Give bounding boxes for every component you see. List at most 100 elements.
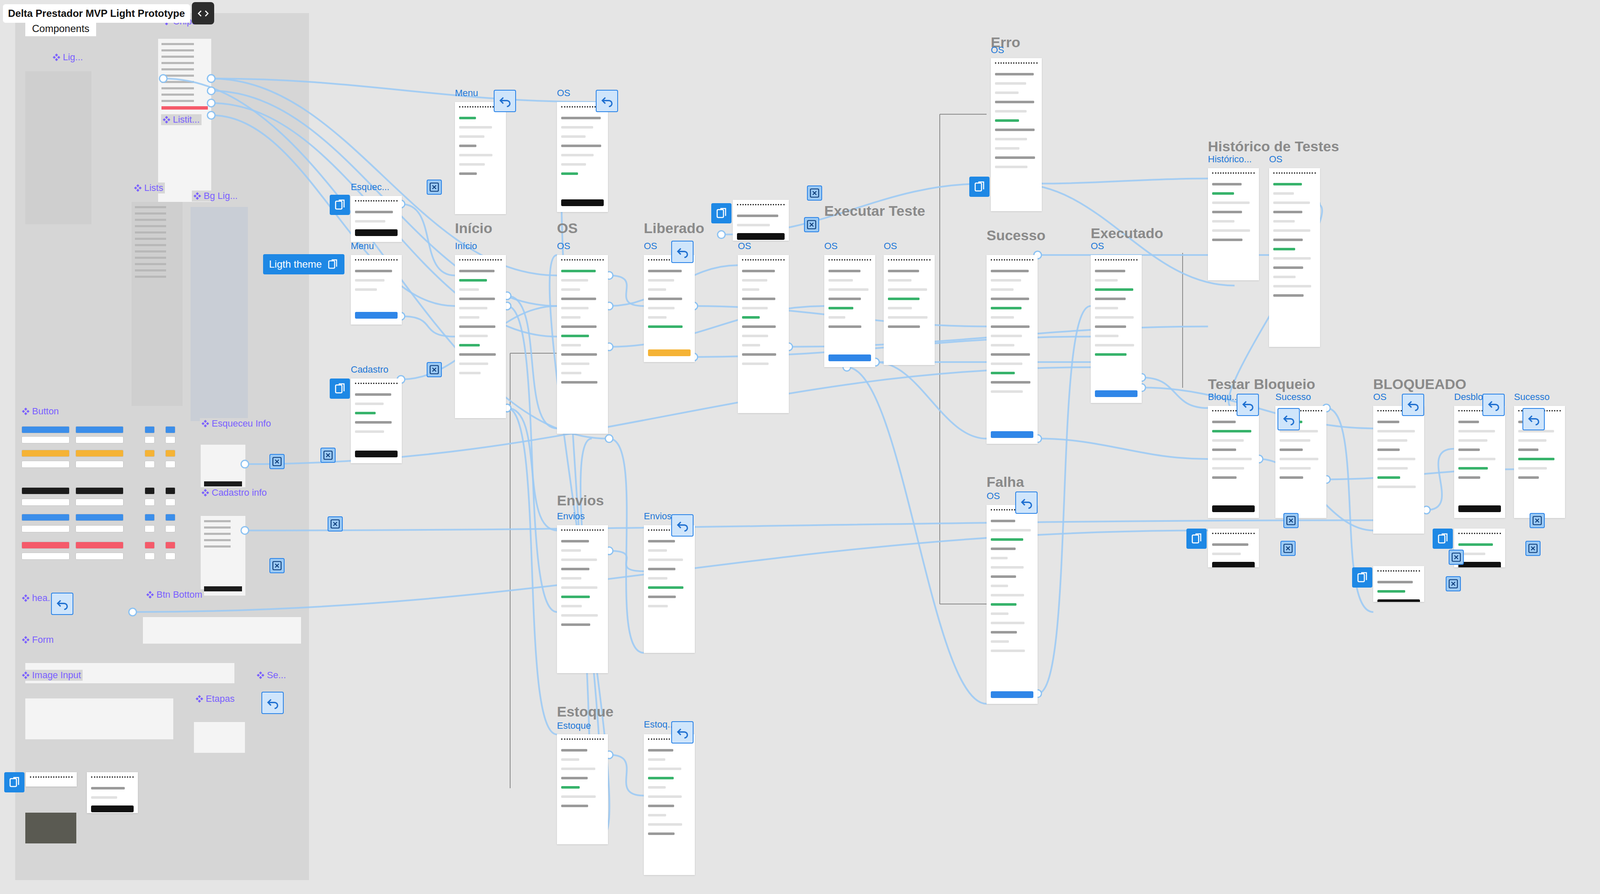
component-group-label[interactable]: Btn Bottom bbox=[144, 589, 205, 601]
frame-label[interactable]: OS bbox=[883, 240, 898, 252]
frame-label[interactable]: Sucesso bbox=[1275, 391, 1311, 403]
frame-label[interactable]: OS bbox=[1373, 391, 1387, 403]
close-overlay-action[interactable] bbox=[1529, 513, 1545, 529]
section-title[interactable]: Executado bbox=[1090, 225, 1260, 242]
close-overlay-action[interactable] bbox=[426, 362, 442, 378]
close-overlay-action[interactable] bbox=[1283, 513, 1299, 529]
screen-frame[interactable] bbox=[1207, 406, 1259, 519]
screen-frame[interactable] bbox=[986, 505, 1038, 705]
overlay-frame[interactable] bbox=[86, 772, 138, 814]
component-group-label[interactable]: Listit... bbox=[161, 114, 202, 126]
back-action[interactable] bbox=[671, 721, 694, 744]
overlay-frame[interactable] bbox=[986, 255, 1038, 444]
connection-line[interactable] bbox=[400, 204, 455, 276]
connection-line[interactable] bbox=[244, 367, 1091, 465]
frame-label[interactable]: Bloqu... bbox=[1207, 391, 1240, 403]
connection-dot[interactable] bbox=[717, 231, 726, 239]
back-action[interactable] bbox=[493, 89, 517, 113]
frame-label[interactable]: Cadastro bbox=[350, 364, 389, 376]
component-group-label[interactable]: Etapas bbox=[193, 693, 237, 705]
connection-line[interactable] bbox=[400, 316, 455, 337]
flow-start[interactable] bbox=[1186, 528, 1207, 549]
close-overlay-action[interactable] bbox=[1525, 540, 1541, 557]
frame-label[interactable]: OS bbox=[824, 240, 838, 252]
back-action[interactable] bbox=[1401, 393, 1425, 417]
frame-label[interactable]: Estoque bbox=[556, 720, 592, 732]
close-overlay-action[interactable] bbox=[804, 217, 820, 233]
document-title[interactable]: Delta Prestador MVP Light Prototype bbox=[2, 4, 191, 23]
screen-frame[interactable] bbox=[1454, 406, 1506, 519]
screen-frame[interactable] bbox=[1373, 406, 1425, 534]
flow-start[interactable] bbox=[969, 176, 990, 197]
back-action[interactable] bbox=[1482, 393, 1505, 417]
frame-label[interactable]: Estoq... bbox=[643, 719, 676, 731]
connection-line[interactable] bbox=[609, 306, 825, 347]
screen-frame[interactable] bbox=[824, 255, 876, 368]
section-title[interactable]: Estoque bbox=[556, 704, 726, 720]
section-title[interactable]: Histórico de Testes bbox=[1207, 138, 1377, 155]
screen-frame[interactable] bbox=[350, 378, 402, 464]
close-overlay-action[interactable] bbox=[806, 185, 823, 201]
frame-label[interactable]: Esquec... bbox=[350, 181, 390, 193]
screen-frame[interactable] bbox=[643, 734, 695, 876]
flow-start[interactable] bbox=[329, 194, 350, 216]
component-group-label[interactable]: Button bbox=[20, 406, 61, 417]
component-group-label[interactable]: Bg Lig... bbox=[191, 190, 240, 202]
component-group-label[interactable]: Esqueceu Info bbox=[199, 418, 273, 430]
frame-label[interactable]: OS bbox=[643, 240, 658, 252]
connection-line[interactable] bbox=[609, 755, 644, 796]
connection-line[interactable] bbox=[847, 367, 987, 705]
screen-frame[interactable] bbox=[556, 102, 608, 213]
connection-line[interactable] bbox=[1141, 377, 1208, 409]
close-overlay-action[interactable] bbox=[1448, 549, 1464, 565]
connection-line[interactable] bbox=[1037, 438, 1208, 460]
overlay-frame[interactable] bbox=[1207, 528, 1259, 568]
back-action[interactable] bbox=[1522, 408, 1545, 431]
screen-frame[interactable] bbox=[350, 255, 402, 325]
frame-label[interactable]: OS bbox=[737, 240, 752, 252]
back-action[interactable] bbox=[1277, 408, 1300, 431]
screen-frame[interactable] bbox=[643, 255, 695, 363]
frame-label[interactable]: Sucesso bbox=[1513, 391, 1550, 403]
frame-label[interactable]: Histórico... bbox=[1207, 153, 1252, 165]
screen-frame[interactable] bbox=[1207, 168, 1259, 281]
screen-frame[interactable] bbox=[990, 58, 1042, 212]
screen-frame[interactable] bbox=[556, 525, 608, 674]
connection-line[interactable] bbox=[1037, 178, 1208, 184]
frame-label[interactable]: Menu bbox=[350, 240, 374, 252]
component-group-label[interactable]: Form bbox=[20, 634, 56, 646]
connection-dot[interactable] bbox=[605, 435, 614, 443]
section-title[interactable]: BLOQUEADO bbox=[1373, 376, 1542, 393]
frame-label[interactable]: OS bbox=[1090, 240, 1105, 252]
frame-label[interactable]: OS bbox=[990, 44, 1005, 56]
light-theme-flow[interactable]: Ligth theme bbox=[263, 254, 345, 275]
code-button[interactable] bbox=[191, 2, 215, 25]
close-overlay-action[interactable] bbox=[327, 516, 343, 532]
section-title[interactable]: Envios bbox=[556, 492, 726, 509]
section-title[interactable]: Erro bbox=[990, 34, 1160, 51]
connection-line[interactable] bbox=[507, 295, 558, 429]
flow-start[interactable] bbox=[1432, 528, 1453, 549]
connection-line[interactable] bbox=[507, 408, 558, 531]
connection-line[interactable] bbox=[507, 408, 558, 735]
component-group-label[interactable]: Lig... bbox=[51, 51, 85, 63]
flow-start[interactable] bbox=[4, 772, 25, 793]
component-group-label[interactable]: Se... bbox=[255, 669, 288, 681]
close-overlay-action[interactable] bbox=[1445, 576, 1461, 592]
back-action[interactable] bbox=[51, 592, 74, 616]
overlay-frame[interactable] bbox=[732, 199, 789, 241]
frame-label[interactable]: OS bbox=[986, 490, 1001, 502]
section-title[interactable]: Início bbox=[454, 220, 624, 237]
connection-line[interactable] bbox=[1037, 306, 1091, 694]
back-action[interactable] bbox=[1236, 393, 1259, 417]
component-group-label[interactable]: Cadastro info bbox=[199, 487, 269, 499]
connection-line[interactable] bbox=[609, 275, 644, 307]
close-overlay-action[interactable] bbox=[269, 454, 285, 470]
close-overlay-action[interactable] bbox=[1280, 540, 1296, 557]
frame-label[interactable]: Menu bbox=[454, 87, 479, 99]
back-action[interactable] bbox=[595, 89, 619, 113]
screen-frame[interactable] bbox=[737, 255, 789, 414]
component-group-label[interactable]: Lists bbox=[132, 182, 165, 194]
screen-frame[interactable] bbox=[350, 196, 402, 243]
connection-line[interactable] bbox=[609, 551, 644, 572]
